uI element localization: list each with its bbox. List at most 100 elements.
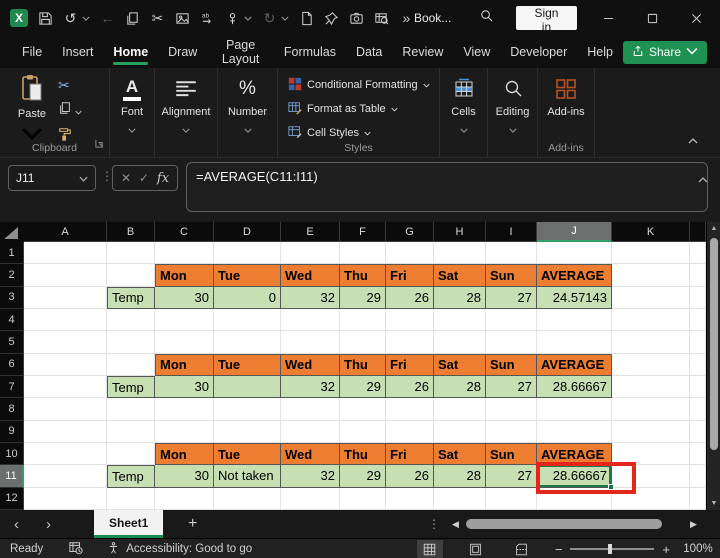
scroll-down-icon[interactable]: ▼: [707, 500, 720, 507]
column-header-G[interactable]: G: [386, 222, 434, 242]
cell-H10[interactable]: Sat: [434, 443, 486, 465]
cell-K5[interactable]: [612, 331, 690, 353]
cell-I7[interactable]: 27: [486, 376, 537, 398]
cell-I8[interactable]: [486, 398, 537, 420]
cell-I11[interactable]: 27: [486, 465, 537, 487]
cell-E9[interactable]: [281, 421, 340, 443]
column-header-A[interactable]: A: [24, 222, 107, 242]
cell-K8[interactable]: [612, 398, 690, 420]
cell-E12[interactable]: [281, 488, 340, 510]
cell-F12[interactable]: [340, 488, 386, 510]
cell-C8[interactable]: [155, 398, 214, 420]
cell-I10[interactable]: Sun: [486, 443, 537, 465]
cell-B12[interactable]: [107, 488, 155, 510]
cell-D4[interactable]: [214, 309, 281, 331]
cell-C12[interactable]: [155, 488, 214, 510]
cell-C6[interactable]: Mon: [155, 354, 214, 376]
row-header-1[interactable]: 1: [0, 242, 24, 264]
cell-I4[interactable]: [486, 309, 537, 331]
cell-B2[interactable]: [107, 264, 155, 286]
cell-K4[interactable]: [612, 309, 690, 331]
column-header-D[interactable]: D: [214, 222, 281, 242]
cell-A10[interactable]: [24, 443, 107, 465]
minimize-icon[interactable]: [599, 8, 619, 28]
number-group[interactable]: % Number: [218, 68, 278, 157]
chevron-down-icon[interactable]: [281, 14, 289, 23]
cell-C1[interactable]: [155, 242, 214, 264]
cells-group[interactable]: Cells: [440, 68, 488, 157]
insert-function-icon[interactable]: fx: [157, 171, 169, 186]
cell-H8[interactable]: [434, 398, 486, 420]
menu-tab-file[interactable]: File: [12, 36, 52, 68]
cell-D11[interactable]: Not taken: [214, 465, 281, 487]
cell-H5[interactable]: [434, 331, 486, 353]
cell-G7[interactable]: 26: [386, 376, 434, 398]
vertical-scrollbar[interactable]: ▲ ▼: [706, 222, 720, 510]
fill-handle[interactable]: [608, 484, 614, 490]
cell-D1[interactable]: [214, 242, 281, 264]
cell-G12[interactable]: [386, 488, 434, 510]
cell-C10[interactable]: Mon: [155, 443, 214, 465]
cell-J5[interactable]: [537, 331, 612, 353]
cell-H1[interactable]: [434, 242, 486, 264]
cell-J1[interactable]: [537, 242, 612, 264]
cell-E11[interactable]: 32: [281, 465, 340, 487]
menu-tab-data[interactable]: Data: [346, 36, 392, 68]
cell-H11[interactable]: 28: [434, 465, 486, 487]
cell-F4[interactable]: [340, 309, 386, 331]
redo-icon[interactable]: ↻: [262, 9, 277, 27]
cell-K7[interactable]: [612, 376, 690, 398]
cell-G6[interactable]: Fri: [386, 354, 434, 376]
cell-I1[interactable]: [486, 242, 537, 264]
cell-C5[interactable]: [155, 331, 214, 353]
cell-K1[interactable]: [612, 242, 690, 264]
cell-H6[interactable]: Sat: [434, 354, 486, 376]
menu-tab-formulas[interactable]: Formulas: [274, 36, 346, 68]
cell-B8[interactable]: [107, 398, 155, 420]
cell-F1[interactable]: [340, 242, 386, 264]
cell-J9[interactable]: [537, 421, 612, 443]
formula-input[interactable]: =AVERAGE(C11:I11): [186, 162, 708, 212]
cell-G2[interactable]: Fri: [386, 264, 434, 286]
select-all-corner[interactable]: [0, 222, 24, 242]
cell-I2[interactable]: Sun: [486, 264, 537, 286]
row-header-12[interactable]: 12: [0, 488, 24, 510]
cell-E7[interactable]: 32: [281, 376, 340, 398]
column-header-H[interactable]: H: [434, 222, 486, 242]
close-icon[interactable]: [686, 8, 706, 28]
cell-B3[interactable]: Temp: [107, 287, 155, 309]
cell-A12[interactable]: [24, 488, 107, 510]
excel-logo-icon[interactable]: X: [10, 9, 28, 27]
previous-sheet-icon[interactable]: ‹: [14, 510, 19, 538]
cell-A7[interactable]: [24, 376, 107, 398]
cell-A4[interactable]: [24, 309, 107, 331]
cell-B1[interactable]: [107, 242, 155, 264]
zoom-slider[interactable]: [570, 548, 654, 550]
column-header-I[interactable]: I: [486, 222, 537, 242]
column-header-F[interactable]: F: [340, 222, 386, 242]
menu-tab-help[interactable]: Help: [577, 36, 623, 68]
cell-H7[interactable]: 28: [434, 376, 486, 398]
add-sheet-button[interactable]: +: [188, 510, 197, 538]
cell-J3[interactable]: 24.57143: [537, 287, 612, 309]
undo-icon[interactable]: ↺: [63, 9, 78, 27]
cell-D9[interactable]: [214, 421, 281, 443]
cell-I9[interactable]: [486, 421, 537, 443]
cell-H2[interactable]: Sat: [434, 264, 486, 286]
cell-D12[interactable]: [214, 488, 281, 510]
cell-E10[interactable]: Wed: [281, 443, 340, 465]
cell-J7[interactable]: 28.66667: [537, 376, 612, 398]
column-header-B[interactable]: B: [107, 222, 155, 242]
cell-B11[interactable]: Temp: [107, 465, 155, 487]
cell-D5[interactable]: [214, 331, 281, 353]
vertical-scrollbar-thumb[interactable]: [710, 238, 718, 450]
cell-J8[interactable]: [537, 398, 612, 420]
cell-B9[interactable]: [107, 421, 155, 443]
cell-F8[interactable]: [340, 398, 386, 420]
camera-icon[interactable]: [349, 9, 364, 27]
cut-icon[interactable]: ✂: [150, 9, 165, 27]
cell-F11[interactable]: 29: [340, 465, 386, 487]
cell-I5[interactable]: [486, 331, 537, 353]
touch-mode-icon[interactable]: [225, 9, 240, 27]
cell-F9[interactable]: [340, 421, 386, 443]
